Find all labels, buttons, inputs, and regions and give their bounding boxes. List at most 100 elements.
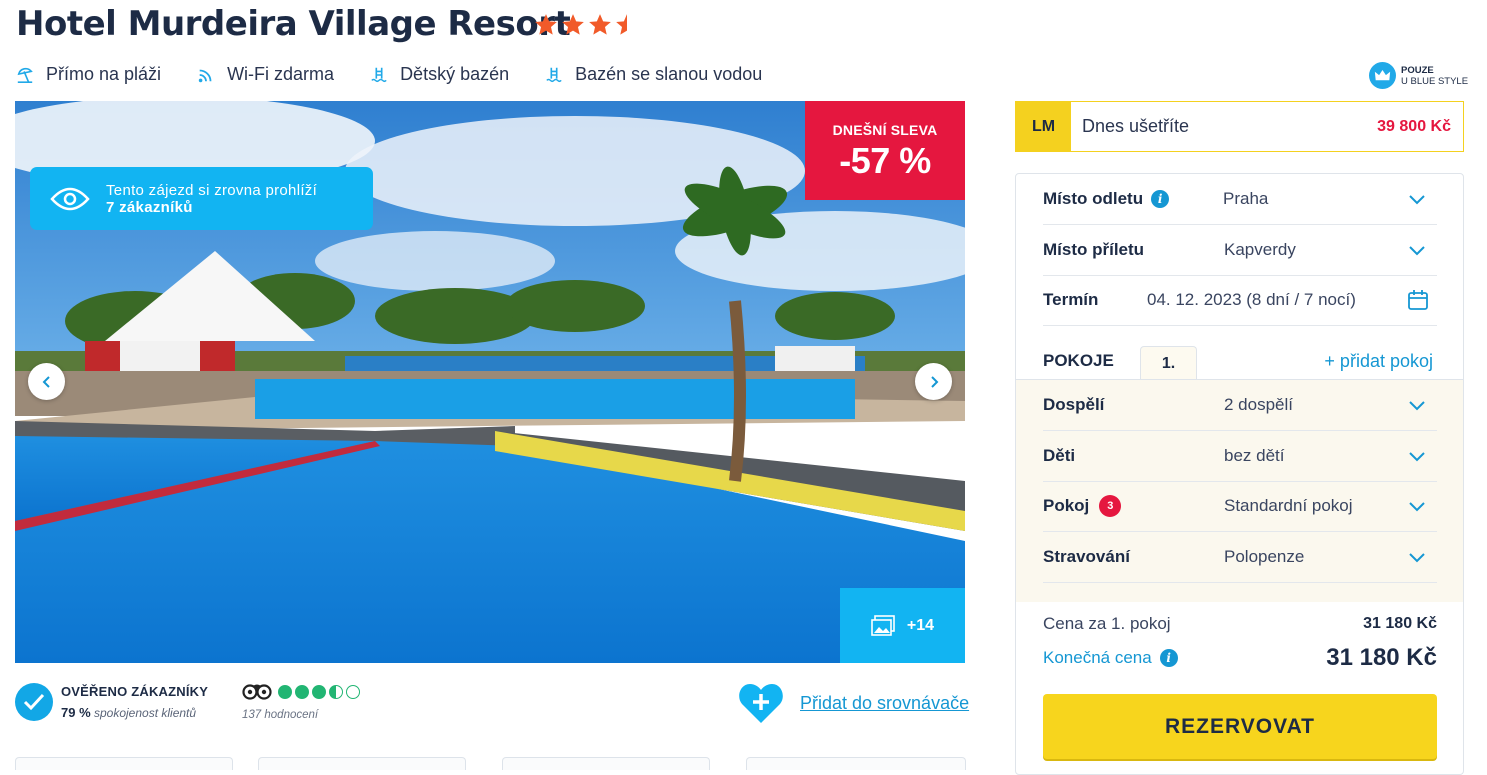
gallery-prev-button[interactable] xyxy=(28,363,65,400)
checkmark-icon xyxy=(15,683,53,721)
term-select[interactable]: Termín 04. 12. 2023 (8 dní / 7 nocí) xyxy=(1043,275,1437,326)
add-room-link[interactable]: + přidat pokoj xyxy=(1324,351,1433,372)
amenity-item: Přímo na pláži xyxy=(16,64,161,85)
exclusive-badge-line1: POUZE xyxy=(1401,64,1434,76)
savings-amount: 39 800 Kč xyxy=(1377,117,1451,135)
adults-label: Dospělí xyxy=(1043,395,1105,414)
room-type-select[interactable]: Pokoj 3 Standardní pokoj xyxy=(1043,481,1437,532)
rating-bubble xyxy=(295,684,309,699)
departure-value: Praha xyxy=(1223,189,1269,208)
board-select[interactable]: Stravování Polopenze xyxy=(1043,532,1437,583)
wifi-icon xyxy=(198,69,212,82)
star-icon xyxy=(589,14,611,35)
half-star-icon xyxy=(616,14,627,35)
room-value: Standardní pokoj xyxy=(1224,496,1353,515)
info-icon[interactable]: i xyxy=(1151,190,1170,208)
hotel-title: Hotel Murdeira Village Resort xyxy=(16,4,571,44)
calendar-icon xyxy=(1408,290,1428,310)
chevron-down-icon xyxy=(1409,401,1425,411)
amenity-label: Dětský bazén xyxy=(400,64,510,84)
viewers-notice: Tento zájezd si zrovna prohlíží 7 zákazn… xyxy=(30,167,373,230)
amenity-item: Wi-Fi zdarma xyxy=(197,64,334,85)
term-label: Termín xyxy=(1043,290,1099,309)
booking-form: Místo odletu i Praha Místo příletu Kapver… xyxy=(1015,173,1464,775)
children-select[interactable]: Děti bez dětí xyxy=(1043,431,1437,482)
viewers-text: Tento zájezd si zrovna prohlíží xyxy=(106,181,318,199)
board-value: Polopenze xyxy=(1224,547,1305,566)
arrival-value: Kapverdy xyxy=(1224,240,1296,259)
discount-value: -57 % xyxy=(839,140,931,181)
children-value: bez dětí xyxy=(1224,446,1285,465)
add-to-compare[interactable]: Přidat do srovnávače xyxy=(737,681,969,725)
satisfaction-value: 79 % xyxy=(61,705,91,720)
content-tab[interactable] xyxy=(502,757,710,770)
add-to-compare-link[interactable]: Přidat do srovnávače xyxy=(800,693,969,714)
chevron-down-icon xyxy=(1409,452,1425,462)
photo-gallery[interactable]: Tento zájezd si zrovna prohlíží 7 zákazn… xyxy=(15,101,965,663)
lm-badge: LM xyxy=(1016,102,1071,151)
final-price: Konečná cena i 31 180 Kč xyxy=(1043,644,1437,672)
chevron-down-icon xyxy=(1409,553,1425,563)
image-gallery-icon xyxy=(871,614,895,636)
tripadvisor-count: 137 hodnocení xyxy=(242,709,319,721)
exclusive-badge: POUZE U BLUE STYLE xyxy=(1369,62,1468,89)
amenities-list: Přímo na pláži Wi-Fi zdarma Dětský bazén… xyxy=(16,64,798,85)
amenity-item: Dětský bazén xyxy=(370,64,509,85)
star-icon xyxy=(562,14,584,35)
viewers-count: 7 zákazníků xyxy=(106,198,193,216)
gallery-next-button[interactable] xyxy=(915,363,952,400)
adults-value: 2 dospělí xyxy=(1224,395,1293,414)
exclusive-badge-line2: U BLUE STYLE xyxy=(1401,75,1469,87)
adults-select[interactable]: Dospělí 2 dospělí xyxy=(1043,380,1437,431)
beach-umbrella-icon xyxy=(17,67,33,83)
heart-plus-icon xyxy=(739,684,783,723)
board-label: Stravování xyxy=(1043,547,1130,566)
chevron-right-icon xyxy=(930,375,938,388)
discount-label: DNEŠNÍ SLEVA xyxy=(832,122,938,138)
price-per-room: Cena za 1. pokoj 31 180 Kč xyxy=(1043,614,1437,634)
amenity-label: Wi-Fi zdarma xyxy=(227,64,335,84)
arrival-select[interactable]: Místo příletu Kapverdy xyxy=(1043,225,1437,276)
content-tab[interactable] xyxy=(15,757,233,770)
savings-label: Dnes ušetříte xyxy=(1082,116,1190,136)
amenity-label: Bazén se slanou vodou xyxy=(575,64,763,84)
content-tab[interactable] xyxy=(258,757,466,770)
eye-icon xyxy=(50,187,90,210)
more-photos-count: +14 xyxy=(906,616,935,634)
content-tab[interactable] xyxy=(746,757,966,770)
rating-bubble xyxy=(329,684,343,699)
room-label: Pokoj xyxy=(1043,496,1090,515)
amenity-item: Bazén se slanou vodou xyxy=(545,64,762,85)
departure-select[interactable]: Místo odletu i Praha xyxy=(1043,174,1437,225)
final-price-label: Konečná cena xyxy=(1043,648,1152,667)
pool-ladder-icon xyxy=(371,67,387,82)
hotel-star-rating xyxy=(533,12,640,38)
price-per-room-value: 31 180 Kč xyxy=(1363,615,1437,632)
rating-bubble xyxy=(312,684,326,699)
more-photos-button[interactable]: +14 xyxy=(840,588,965,663)
chevron-down-icon xyxy=(1409,195,1425,205)
discount-badge: DNEŠNÍ SLEVA -57 % xyxy=(805,101,965,200)
info-icon[interactable]: i xyxy=(1159,649,1178,667)
term-value: 04. 12. 2023 (8 dní / 7 nocí) xyxy=(1147,290,1356,309)
crown-icon xyxy=(1369,62,1396,89)
rating-bubble xyxy=(346,684,360,699)
price-per-room-label: Cena za 1. pokoj xyxy=(1043,614,1171,633)
star-icon xyxy=(535,14,557,35)
tripadvisor-owl-icon xyxy=(242,684,272,700)
rooms-label: POKOJE xyxy=(1043,351,1114,370)
chevron-down-icon xyxy=(1409,502,1425,512)
reserve-button[interactable]: REZERVOVAT xyxy=(1043,694,1437,759)
tripadvisor-rating[interactable]: 137 hodnocení xyxy=(242,683,363,721)
final-price-value: 31 180 Kč xyxy=(1326,644,1437,671)
verified-title: OVĚŘENO ZÁKAZNÍKY xyxy=(61,684,209,699)
arrival-label: Místo příletu xyxy=(1043,240,1145,259)
verified-reviews: OVĚŘENO ZÁKAZNÍKY 79 % spokojenost klien… xyxy=(15,683,208,721)
pool-ladder-icon xyxy=(546,67,562,82)
satisfaction-text: spokojenost klientů xyxy=(93,706,197,720)
children-label: Děti xyxy=(1043,446,1076,465)
room-details: Dospělí 2 dospělí Děti bez dětí Pokoj 3 S… xyxy=(1016,379,1463,602)
departure-label: Místo odletu xyxy=(1043,189,1144,208)
room-tab-1[interactable]: 1. xyxy=(1140,346,1197,381)
rooms-header: POKOJE 1. + přidat pokoj xyxy=(1016,340,1463,381)
